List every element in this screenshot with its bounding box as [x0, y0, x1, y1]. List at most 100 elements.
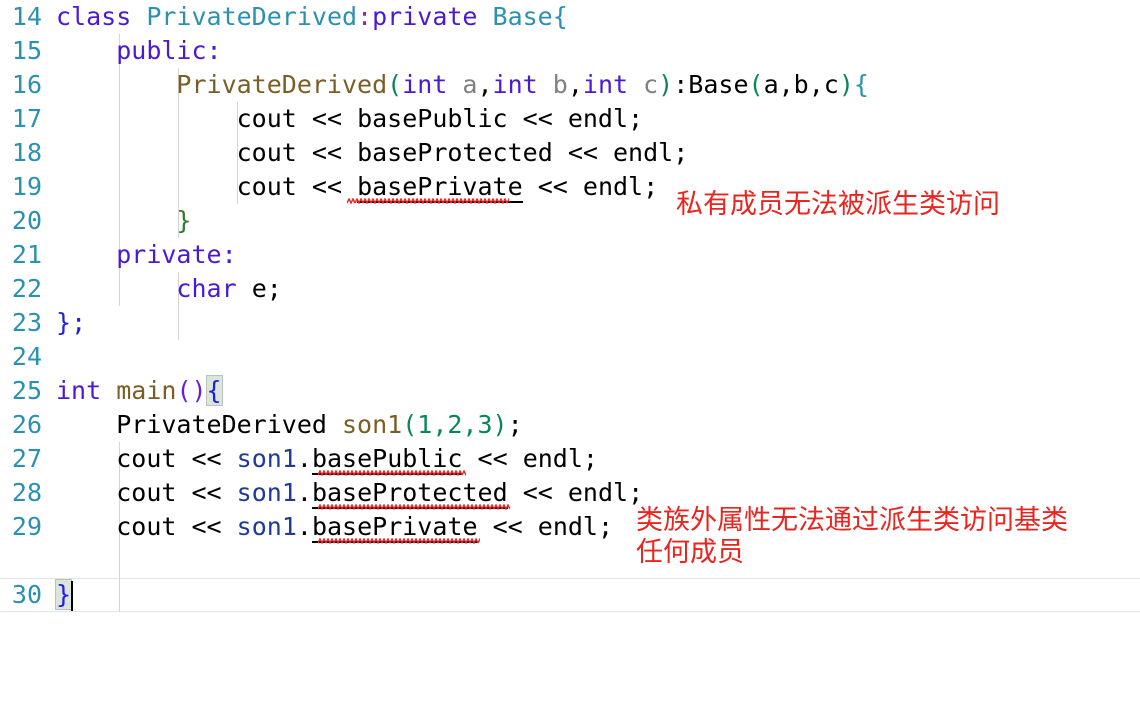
line-number: 20: [11, 206, 42, 235]
code-line[interactable]: 15 public:: [0, 34, 1140, 68]
token-keyword: private:: [116, 240, 237, 269]
token-keyword: char: [176, 274, 237, 303]
line-number: 22: [11, 274, 42, 303]
token-stream: cout: [236, 172, 297, 201]
code-line[interactable]: 30 }: [0, 578, 1140, 612]
line-content[interactable]: int main(){: [56, 374, 223, 408]
token-brace-match-close: }: [54, 579, 73, 610]
token-operator: <<: [522, 104, 553, 133]
line-number: 17: [11, 104, 42, 133]
token-semicolon: ;: [628, 478, 644, 507]
token-stream: cout: [116, 444, 177, 473]
code-line[interactable]: 14 class PrivateDerived:private Base{: [0, 0, 1140, 34]
error-squiggle: [318, 538, 480, 544]
token-endl: endl: [567, 478, 629, 507]
token-semicolon: ;: [597, 512, 614, 541]
token-type: PrivateDerived: [146, 2, 358, 31]
line-content[interactable]: private:: [56, 238, 237, 272]
line-content[interactable]: }: [54, 578, 73, 612]
token-operator: <<: [492, 512, 523, 541]
token-brace: {: [853, 70, 869, 99]
line-content[interactable]: }: [56, 204, 191, 238]
code-editor[interactable]: 14 class PrivateDerived:private Base{ 15…: [0, 0, 1140, 649]
token-object: son1: [236, 478, 297, 507]
line-number: 28: [11, 478, 42, 507]
token-colon: :: [357, 2, 373, 31]
token-operator: <<: [191, 444, 222, 473]
line-number: 19: [11, 172, 42, 201]
line-content[interactable]: PrivateDerived(int a,int b,int c):Base(a…: [56, 68, 869, 102]
line-number: 23: [11, 308, 42, 337]
token-operator: <<: [477, 444, 508, 473]
token-keyword: public:: [116, 36, 222, 65]
token-operator: <<: [311, 104, 343, 133]
token-arguments: 1,2,3: [417, 410, 493, 439]
token-member: baseProtected: [357, 138, 553, 167]
code-line[interactable]: 27 cout << son1.basePublic << endl;: [0, 442, 1140, 476]
token-endl: endl: [537, 512, 598, 541]
token-paren: ): [658, 70, 674, 99]
token-operator: <<: [191, 478, 222, 507]
token-endl: endl: [522, 444, 583, 473]
token-paren: (: [402, 410, 418, 439]
line-number: 29: [11, 512, 42, 541]
line-content[interactable]: cout << basePublic << endl;: [56, 102, 643, 136]
code-line[interactable]: 26 PrivateDerived son1(1,2,3);: [0, 408, 1140, 442]
token-param: c: [643, 70, 659, 99]
token-paren: (): [176, 376, 207, 405]
token-variable: e: [251, 274, 267, 303]
token-paren: (: [748, 70, 764, 99]
code-line[interactable]: 23 };: [0, 306, 1140, 340]
line-number: 18: [11, 138, 42, 167]
token-object: son1: [236, 444, 297, 473]
line-number: 25: [11, 376, 42, 405]
code-line[interactable]: 22 char e;: [0, 272, 1140, 306]
token-paren: ): [492, 410, 508, 439]
annotation-outside-class-line1: 类族外属性无法通过派生类访问基类: [636, 505, 1068, 536]
line-content[interactable]: public:: [56, 34, 222, 68]
token-stream: cout: [236, 104, 297, 133]
line-content[interactable]: class PrivateDerived:private Base{: [56, 0, 568, 34]
line-number: 24: [11, 342, 42, 371]
token-keyword: int: [56, 376, 102, 405]
code-line[interactable]: 16 PrivateDerived(int a,int b,int c):Bas…: [0, 68, 1140, 102]
token-variable: son1: [342, 410, 403, 439]
code-line[interactable]: 18 cout << baseProtected << endl;: [0, 136, 1140, 170]
token-operator: <<: [537, 172, 568, 201]
token-paren: (: [387, 70, 403, 99]
token-semicolon: ;: [507, 410, 523, 439]
token-object: son1: [236, 512, 297, 541]
line-number: 21: [11, 240, 42, 269]
token-function: main: [116, 376, 177, 405]
line-number: 26: [11, 410, 42, 439]
token-keyword: class: [56, 2, 132, 31]
token-constructor: PrivateDerived: [176, 70, 388, 99]
token-param: b: [552, 70, 568, 99]
token-brace-match-open: {: [205, 375, 223, 406]
token-semicolon: ;: [266, 274, 282, 303]
token-base-call: Base: [688, 70, 749, 99]
token-semicolon: ;: [673, 138, 689, 167]
token-endl: endl: [582, 172, 644, 201]
code-line[interactable]: 24: [0, 340, 1140, 374]
line-content[interactable]: PrivateDerived son1(1,2,3);: [56, 408, 523, 442]
annotation-private-member: 私有成员无法被派生类访问: [676, 189, 1000, 220]
token-stream: cout: [236, 138, 297, 167]
token-comma: ,: [567, 70, 583, 99]
token-param: a: [462, 70, 478, 99]
line-content[interactable]: char e;: [56, 272, 282, 306]
line-number: 30: [11, 580, 42, 609]
token-stream: cout: [116, 478, 177, 507]
line-content[interactable]: cout << baseProtected << endl;: [56, 136, 689, 170]
token-type: PrivateDerived: [116, 410, 327, 439]
code-line[interactable]: 25 int main(){: [0, 374, 1140, 408]
code-line[interactable]: 17 cout << basePublic << endl;: [0, 102, 1140, 136]
line-number: 15: [11, 36, 42, 65]
token-operator: <<: [311, 138, 343, 167]
token-semicolon: ;: [582, 444, 598, 473]
code-line[interactable]: 21 private:: [0, 238, 1140, 272]
token-stream: cout: [116, 512, 177, 541]
line-content[interactable]: };: [56, 306, 86, 340]
token-args: a,b,c: [763, 70, 839, 99]
token-operator: <<: [191, 512, 222, 541]
